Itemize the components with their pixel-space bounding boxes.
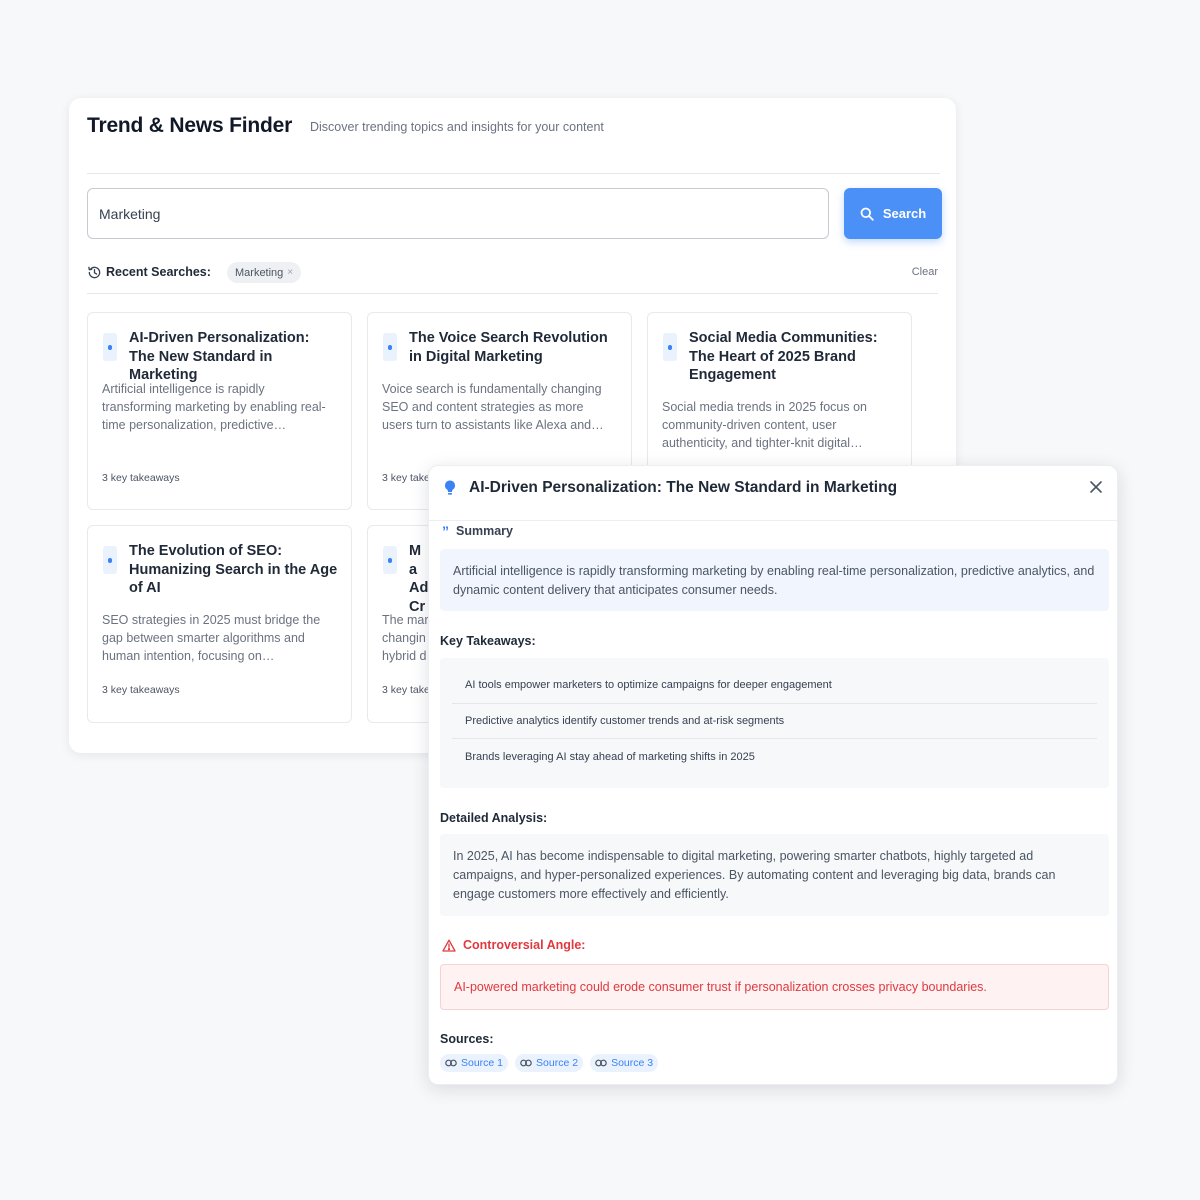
recent-search-chip[interactable]: Marketing × bbox=[227, 262, 302, 283]
sources-heading: Sources: bbox=[440, 1032, 494, 1046]
controversial-label: Controversial Angle: bbox=[463, 938, 586, 952]
summary-text: Artificial intelligence is rapidly trans… bbox=[440, 549, 1109, 611]
trend-card[interactable]: The Evolution of SEO: Humanizing Search … bbox=[87, 525, 352, 723]
header-divider bbox=[87, 173, 940, 174]
summary-heading: ” Summary bbox=[442, 524, 513, 538]
recent-searches-label: Recent Searches: bbox=[106, 265, 211, 279]
clear-recent-button[interactable]: Clear bbox=[912, 266, 938, 278]
card-description: SEO strategies in 2025 must bridge the g… bbox=[102, 613, 321, 663]
search-button-label: Search bbox=[882, 206, 927, 221]
card-title: Social Media Communities: The Heart of 2… bbox=[689, 330, 878, 383]
card-title: Ma Ad Cr bbox=[409, 543, 429, 615]
source-link[interactable]: Source 1 bbox=[440, 1054, 509, 1072]
app-subtitle: Discover trending topics and insights fo… bbox=[310, 120, 604, 134]
search-button[interactable]: Search bbox=[844, 188, 942, 239]
search-icon bbox=[860, 207, 874, 221]
summary-label: Summary bbox=[456, 524, 513, 538]
close-icon[interactable] bbox=[1088, 479, 1104, 495]
history-icon bbox=[88, 266, 101, 279]
trend-card[interactable]: AI-Driven Personalization: The New Stand… bbox=[87, 312, 352, 510]
link-icon bbox=[595, 1059, 607, 1067]
analysis-text: In 2025, AI has become indispensable to … bbox=[440, 834, 1109, 916]
lightbulb-icon bbox=[103, 333, 117, 361]
quote-icon: ” bbox=[442, 523, 449, 539]
card-takeaways-count: 3 key takeaways bbox=[102, 684, 180, 696]
controversial-heading: Controversial Angle: bbox=[442, 938, 585, 952]
lightbulb-icon bbox=[383, 333, 397, 361]
recent-searches: Recent Searches: Marketing × Clear bbox=[87, 262, 938, 284]
takeaway-item: Brands leveraging AI stay ahead of marke… bbox=[465, 750, 755, 763]
link-icon bbox=[520, 1059, 532, 1067]
card-title: AI-Driven Personalization: The New Stand… bbox=[129, 330, 310, 383]
link-icon bbox=[445, 1059, 457, 1067]
search-input[interactable] bbox=[87, 188, 829, 239]
detail-panel: AI-Driven Personalization: The New Stand… bbox=[428, 465, 1118, 1085]
source-label: Source 2 bbox=[536, 1057, 579, 1069]
recent-divider bbox=[87, 293, 938, 294]
card-takeaways-count: 3 key takeaways bbox=[102, 472, 180, 484]
chip-remove-icon[interactable]: × bbox=[287, 267, 293, 278]
card-title: The Voice Search Revolution in Digital M… bbox=[409, 330, 608, 365]
takeaways-heading: Key Takeaways: bbox=[440, 634, 536, 648]
recent-search-chip-label: Marketing bbox=[235, 266, 284, 279]
takeaway-item: AI tools empower marketers to optimize c… bbox=[452, 668, 1097, 704]
analysis-heading: Detailed Analysis: bbox=[440, 811, 548, 825]
source-link[interactable]: Source 3 bbox=[590, 1054, 659, 1072]
detail-title: AI-Driven Personalization: The New Stand… bbox=[469, 479, 898, 496]
controversial-text: AI-powered marketing could erode consume… bbox=[440, 964, 1109, 1010]
warning-icon bbox=[442, 939, 456, 952]
card-description: Artificial intelligence is rapidly trans… bbox=[102, 382, 326, 432]
takeaway-item: Predictive analytics identify customer t… bbox=[452, 704, 1097, 739]
source-link[interactable]: Source 2 bbox=[515, 1054, 584, 1072]
sources-list: Source 1 Source 2 Source 3 bbox=[440, 1054, 659, 1072]
card-takeaways-count: 3 key take bbox=[382, 684, 430, 696]
takeaways-list: AI tools empower marketers to optimize c… bbox=[440, 658, 1109, 788]
card-title: The Evolution of SEO: Humanizing Search … bbox=[129, 543, 338, 596]
lightbulb-icon bbox=[445, 480, 455, 495]
app-title: Trend & News Finder bbox=[87, 114, 293, 137]
card-description: Social media trends in 2025 focus on com… bbox=[662, 400, 867, 450]
lightbulb-icon bbox=[383, 546, 397, 574]
lightbulb-icon bbox=[103, 546, 117, 574]
source-label: Source 3 bbox=[611, 1057, 654, 1069]
card-description: Voice search is fundamentally changing S… bbox=[382, 382, 604, 432]
lightbulb-icon bbox=[663, 333, 677, 361]
source-label: Source 1 bbox=[461, 1057, 504, 1069]
detail-divider bbox=[429, 520, 1117, 521]
